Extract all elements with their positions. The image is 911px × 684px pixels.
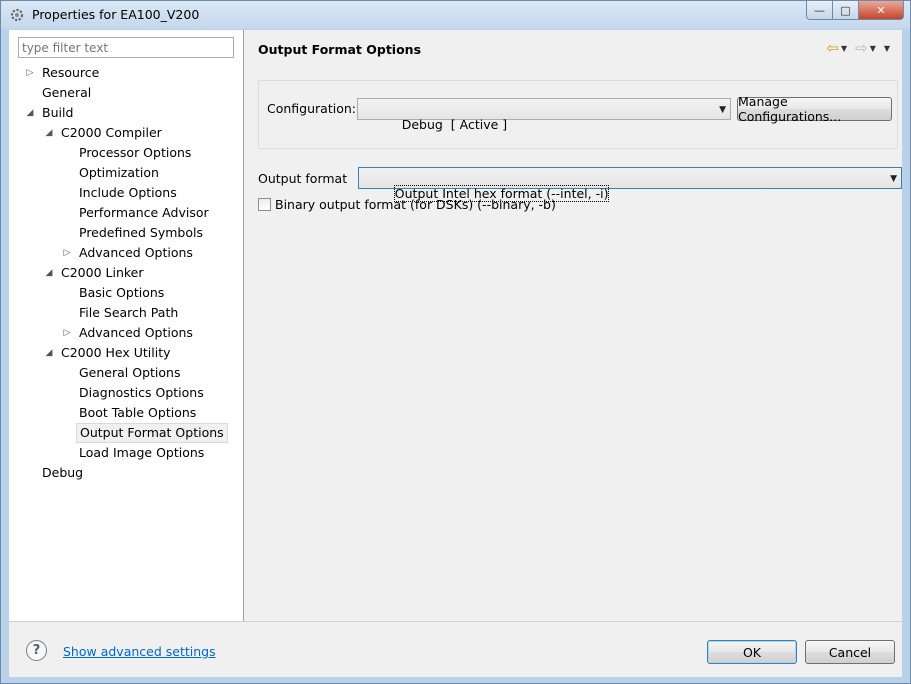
tree-item[interactable]: ▷ Resource: [9, 63, 244, 83]
tree-item[interactable]: Load Image Options: [9, 443, 244, 463]
tree-item[interactable]: Debug: [9, 463, 244, 483]
tree-item[interactable]: Optimization: [9, 163, 244, 183]
configuration-select[interactable]: Debug [ Active ] ▼: [357, 98, 731, 132]
tree-item[interactable]: Output Format Options: [9, 423, 244, 443]
binary-output-checkbox[interactable]: [258, 197, 271, 211]
tree-item[interactable]: General Options: [9, 363, 244, 383]
maximize-button[interactable]: □: [833, 1, 859, 20]
app-gear-icon: [10, 8, 24, 22]
tree-item-label: Load Image Options: [79, 445, 205, 460]
tree-item[interactable]: Performance Advisor: [9, 203, 244, 223]
minimize-button[interactable]: —: [806, 1, 833, 20]
window-title: Properties for EA100_V200: [32, 7, 200, 22]
tree-item[interactable]: ◢ C2000 Linker: [9, 263, 244, 283]
tree-item-label: Performance Advisor: [79, 205, 209, 220]
close-button[interactable]: ✕: [859, 1, 904, 20]
tree-item[interactable]: File Search Path: [9, 303, 244, 323]
chevron-down-icon: ▼: [890, 174, 897, 184]
tree-item[interactable]: Boot Table Options: [9, 403, 244, 423]
properties-window: Properties for EA100_V200 — □ ✕ ▷ Resourc…: [0, 0, 911, 684]
tree-item[interactable]: ◢ C2000 Compiler: [9, 123, 244, 143]
page-navigation: ⇦ ▼ ⇨ ▼ ▼: [826, 39, 896, 57]
forward-arrow-icon[interactable]: ⇨: [855, 39, 868, 57]
tree-item-label: Optimization: [79, 165, 159, 180]
tree-item[interactable]: ◢ Build: [9, 103, 244, 123]
tree-item-label: Debug: [42, 465, 84, 480]
tree-item-label: Build: [42, 105, 74, 120]
filter-input[interactable]: [18, 37, 234, 58]
dialog-client: ▷ Resource General ◢ Build ◢ C2000 Compiler Pro…: [9, 30, 902, 677]
tree-item-label: File Search Path: [79, 305, 179, 320]
show-advanced-settings-link[interactable]: Show advanced settings: [63, 644, 216, 659]
tree-item-label: C2000 Compiler: [61, 125, 162, 140]
window-controls: — □ ✕: [806, 1, 904, 21]
tree-item-label: Include Options: [79, 185, 177, 200]
tree-item-label: Advanced Options: [79, 325, 193, 340]
tree-item-label: Basic Options: [79, 285, 165, 300]
tree-item-label: Processor Options: [79, 145, 192, 160]
tree-item[interactable]: Processor Options: [9, 143, 244, 163]
tree-item-label: General: [42, 85, 92, 100]
back-arrow-icon[interactable]: ⇦: [826, 39, 839, 57]
tree-item-label: Diagnostics Options: [79, 385, 204, 400]
tree-item[interactable]: ▷ Advanced Options: [9, 243, 244, 263]
binary-output-label: Binary output format (for DSKs) (--binar…: [275, 196, 556, 212]
tree-item-label: Resource: [42, 65, 100, 80]
cancel-button[interactable]: Cancel: [805, 640, 895, 664]
tree-item-label: General Options: [79, 365, 181, 380]
binary-output-option[interactable]: Binary output format (for DSKs) (--binar…: [258, 196, 556, 212]
output-format-select[interactable]: Output Intel hex format (--intel, -i) ▼: [358, 167, 902, 202]
chevron-down-icon: ▼: [719, 105, 726, 115]
back-menu-chevron-icon[interactable]: ▼: [841, 44, 847, 53]
collapsed-twisty-icon[interactable]: ▷: [25, 63, 35, 83]
view-menu-chevron-icon[interactable]: ▼: [884, 44, 890, 53]
tree-item-label: Boot Table Options: [79, 405, 197, 420]
tree-item[interactable]: Basic Options: [9, 283, 244, 303]
expanded-twisty-icon[interactable]: ◢: [25, 103, 35, 123]
navigation-pane: ▷ Resource General ◢ Build ◢ C2000 Compiler Pro…: [9, 30, 244, 621]
tree-item[interactable]: General: [9, 83, 244, 103]
page-title: Output Format Options: [258, 42, 422, 57]
tree-item[interactable]: ◢ C2000 Hex Utility: [9, 343, 244, 363]
expanded-twisty-icon[interactable]: ◢: [44, 263, 54, 283]
forward-menu-chevron-icon[interactable]: ▼: [870, 44, 876, 53]
tree-item[interactable]: Predefined Symbols: [9, 223, 244, 243]
manage-configurations-button[interactable]: Manage Configurations...: [737, 94, 892, 124]
tree-item-label: Predefined Symbols: [79, 225, 203, 240]
output-format-label: Output format: [258, 171, 348, 186]
tree-item-label: Advanced Options: [79, 245, 193, 260]
expanded-twisty-icon[interactable]: ◢: [44, 343, 54, 363]
tree-item-label: C2000 Linker: [61, 265, 144, 280]
tree-item[interactable]: Diagnostics Options: [9, 383, 244, 403]
configuration-group: Configuration: Debug [ Active ] ▼ Manage…: [258, 80, 898, 149]
tree-item[interactable]: Include Options: [9, 183, 244, 203]
ok-button[interactable]: OK: [707, 640, 797, 664]
configuration-select-value: Debug [ Active ]: [401, 117, 508, 132]
tree-item-label: Output Format Options: [76, 423, 228, 443]
title-bar[interactable]: Properties for EA100_V200 — □ ✕: [1, 1, 910, 29]
footer-divider: [9, 621, 902, 622]
tree-item-label: C2000 Hex Utility: [61, 345, 171, 360]
help-icon[interactable]: ?: [26, 640, 47, 661]
collapsed-twisty-icon[interactable]: ▷: [62, 243, 72, 263]
tree-item[interactable]: ▷ Advanced Options: [9, 323, 244, 343]
collapsed-twisty-icon[interactable]: ▷: [62, 323, 72, 343]
content-pane: Output Format Options ⇦ ▼ ⇨ ▼ ▼ Configur…: [245, 30, 902, 621]
expanded-twisty-icon[interactable]: ◢: [44, 123, 54, 143]
configuration-label: Configuration:: [267, 101, 356, 116]
